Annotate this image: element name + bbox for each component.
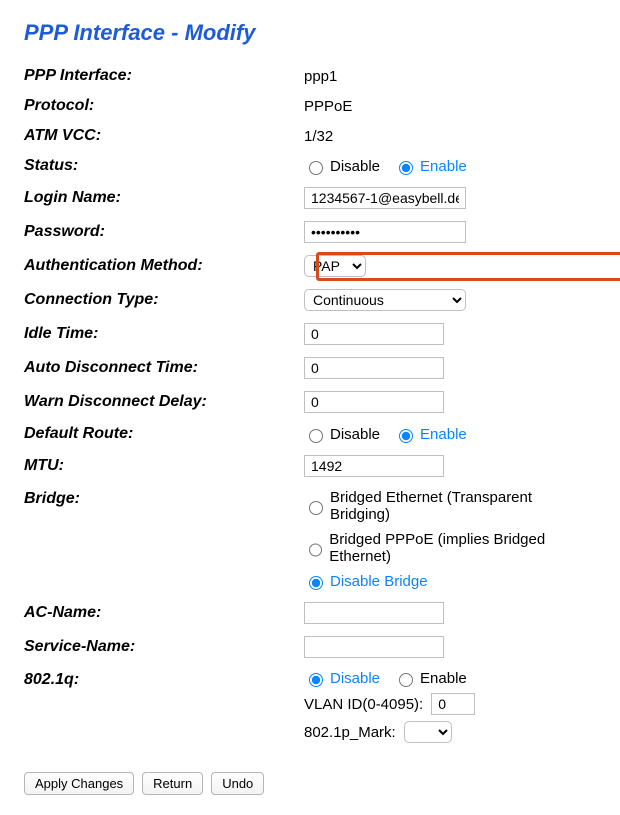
label-idle-time: Idle Time: bbox=[24, 322, 304, 346]
status-disable-radio[interactable] bbox=[309, 161, 323, 175]
bridge-opt2-label: Bridged PPPoE (implies Bridged Ethernet) bbox=[329, 531, 596, 565]
connection-type-select[interactable]: Continuous bbox=[304, 289, 466, 311]
status-disable-option[interactable]: Disable bbox=[304, 158, 380, 175]
value-ppp-interface: ppp1 bbox=[304, 65, 596, 88]
button-row: Apply Changes Return Undo bbox=[24, 772, 596, 795]
service-name-input[interactable] bbox=[304, 636, 444, 658]
apply-changes-button[interactable]: Apply Changes bbox=[24, 772, 134, 795]
service-name-cell bbox=[304, 633, 596, 661]
default-route-enable-radio[interactable] bbox=[399, 429, 413, 443]
bridge-opt3-radio[interactable] bbox=[309, 576, 323, 590]
vlan-label: VLAN ID(0-4095): bbox=[304, 696, 423, 713]
label-atm-vcc: ATM VCC: bbox=[24, 124, 304, 148]
auth-method-cell: PAP bbox=[304, 252, 596, 280]
label-login-name: Login Name: bbox=[24, 186, 304, 210]
dot1q-disable-radio[interactable] bbox=[309, 673, 323, 687]
password-cell bbox=[304, 218, 596, 246]
label-warn-disconnect: Warn Disconnect Delay: bbox=[24, 390, 304, 414]
label-protocol: Protocol: bbox=[24, 94, 304, 118]
vlan-id-input[interactable] bbox=[431, 693, 475, 715]
dot1q-disable-option[interactable]: Disable bbox=[304, 670, 380, 687]
mark-label: 802.1p_Mark: bbox=[304, 724, 396, 741]
return-button[interactable]: Return bbox=[142, 772, 203, 795]
label-ppp-interface: PPP Interface: bbox=[24, 64, 304, 88]
bridge-opt1-label: Bridged Ethernet (Transparent Bridging) bbox=[330, 489, 596, 523]
default-route-enable-option[interactable]: Enable bbox=[394, 426, 467, 443]
value-protocol: PPPoE bbox=[304, 95, 596, 118]
dot1q-enable-option[interactable]: Enable bbox=[394, 670, 467, 687]
page-title: PPP Interface - Modify bbox=[24, 20, 596, 46]
status-radio-group: Disable Enable bbox=[304, 155, 596, 178]
mtu-cell bbox=[304, 452, 596, 480]
auto-disconnect-input[interactable] bbox=[304, 357, 444, 379]
dot1q-enable-label: Enable bbox=[420, 670, 467, 687]
idle-time-cell bbox=[304, 320, 596, 348]
mark-select[interactable] bbox=[404, 721, 452, 743]
undo-button[interactable]: Undo bbox=[211, 772, 264, 795]
status-enable-option[interactable]: Enable bbox=[394, 158, 467, 175]
label-connection-type: Connection Type: bbox=[24, 288, 304, 312]
login-name-cell bbox=[304, 184, 596, 212]
label-bridge: Bridge: bbox=[24, 486, 304, 511]
label-dot1q: 802.1q: bbox=[24, 667, 304, 692]
form-grid: PPP Interface: ppp1 Protocol: PPPoE ATM … bbox=[24, 64, 596, 746]
status-enable-label: Enable bbox=[420, 158, 467, 175]
bridge-opt1-radio[interactable] bbox=[309, 501, 323, 515]
mark-row: 802.1p_Mark: bbox=[304, 721, 596, 743]
label-ac-name: AC-Name: bbox=[24, 601, 304, 625]
default-route-disable-label: Disable bbox=[330, 426, 380, 443]
bridge-opt2[interactable]: Bridged PPPoE (implies Bridged Ethernet) bbox=[304, 531, 596, 565]
auto-disconnect-cell bbox=[304, 354, 596, 382]
warn-disconnect-cell bbox=[304, 388, 596, 416]
label-service-name: Service-Name: bbox=[24, 635, 304, 659]
ac-name-cell bbox=[304, 599, 596, 627]
label-password: Password: bbox=[24, 220, 304, 244]
auth-method-select[interactable]: PAP bbox=[304, 255, 366, 277]
dot1q-enable-radio[interactable] bbox=[399, 673, 413, 687]
label-mtu: MTU: bbox=[24, 454, 304, 478]
dot1q-cell: Disable Enable VLAN ID(0-4095): 802.1p_M… bbox=[304, 667, 596, 746]
bridge-opt3[interactable]: Disable Bridge bbox=[304, 573, 596, 590]
label-auto-disconnect: Auto Disconnect Time: bbox=[24, 356, 304, 380]
bridge-radio-group: Bridged Ethernet (Transparent Bridging) … bbox=[304, 486, 596, 593]
warn-disconnect-input[interactable] bbox=[304, 391, 444, 413]
connection-type-cell: Continuous bbox=[304, 286, 596, 314]
default-route-disable-option[interactable]: Disable bbox=[304, 426, 380, 443]
mtu-input[interactable] bbox=[304, 455, 444, 477]
bridge-opt3-label: Disable Bridge bbox=[330, 573, 428, 590]
dot1q-radio-group: Disable Enable bbox=[304, 670, 596, 687]
status-enable-radio[interactable] bbox=[399, 161, 413, 175]
label-default-route: Default Route: bbox=[24, 422, 304, 446]
bridge-opt1[interactable]: Bridged Ethernet (Transparent Bridging) bbox=[304, 489, 596, 523]
default-route-disable-radio[interactable] bbox=[309, 429, 323, 443]
idle-time-input[interactable] bbox=[304, 323, 444, 345]
password-input[interactable] bbox=[304, 221, 466, 243]
label-auth-method: Authentication Method: bbox=[24, 254, 304, 278]
bridge-opt2-radio[interactable] bbox=[309, 543, 322, 557]
default-route-enable-label: Enable bbox=[420, 426, 467, 443]
label-status: Status: bbox=[24, 154, 304, 178]
dot1q-disable-label: Disable bbox=[330, 670, 380, 687]
login-name-input[interactable] bbox=[304, 187, 466, 209]
ac-name-input[interactable] bbox=[304, 602, 444, 624]
vlan-row: VLAN ID(0-4095): bbox=[304, 693, 596, 715]
default-route-radio-group: Disable Enable bbox=[304, 423, 596, 446]
status-disable-label: Disable bbox=[330, 158, 380, 175]
value-atm-vcc: 1/32 bbox=[304, 125, 596, 148]
